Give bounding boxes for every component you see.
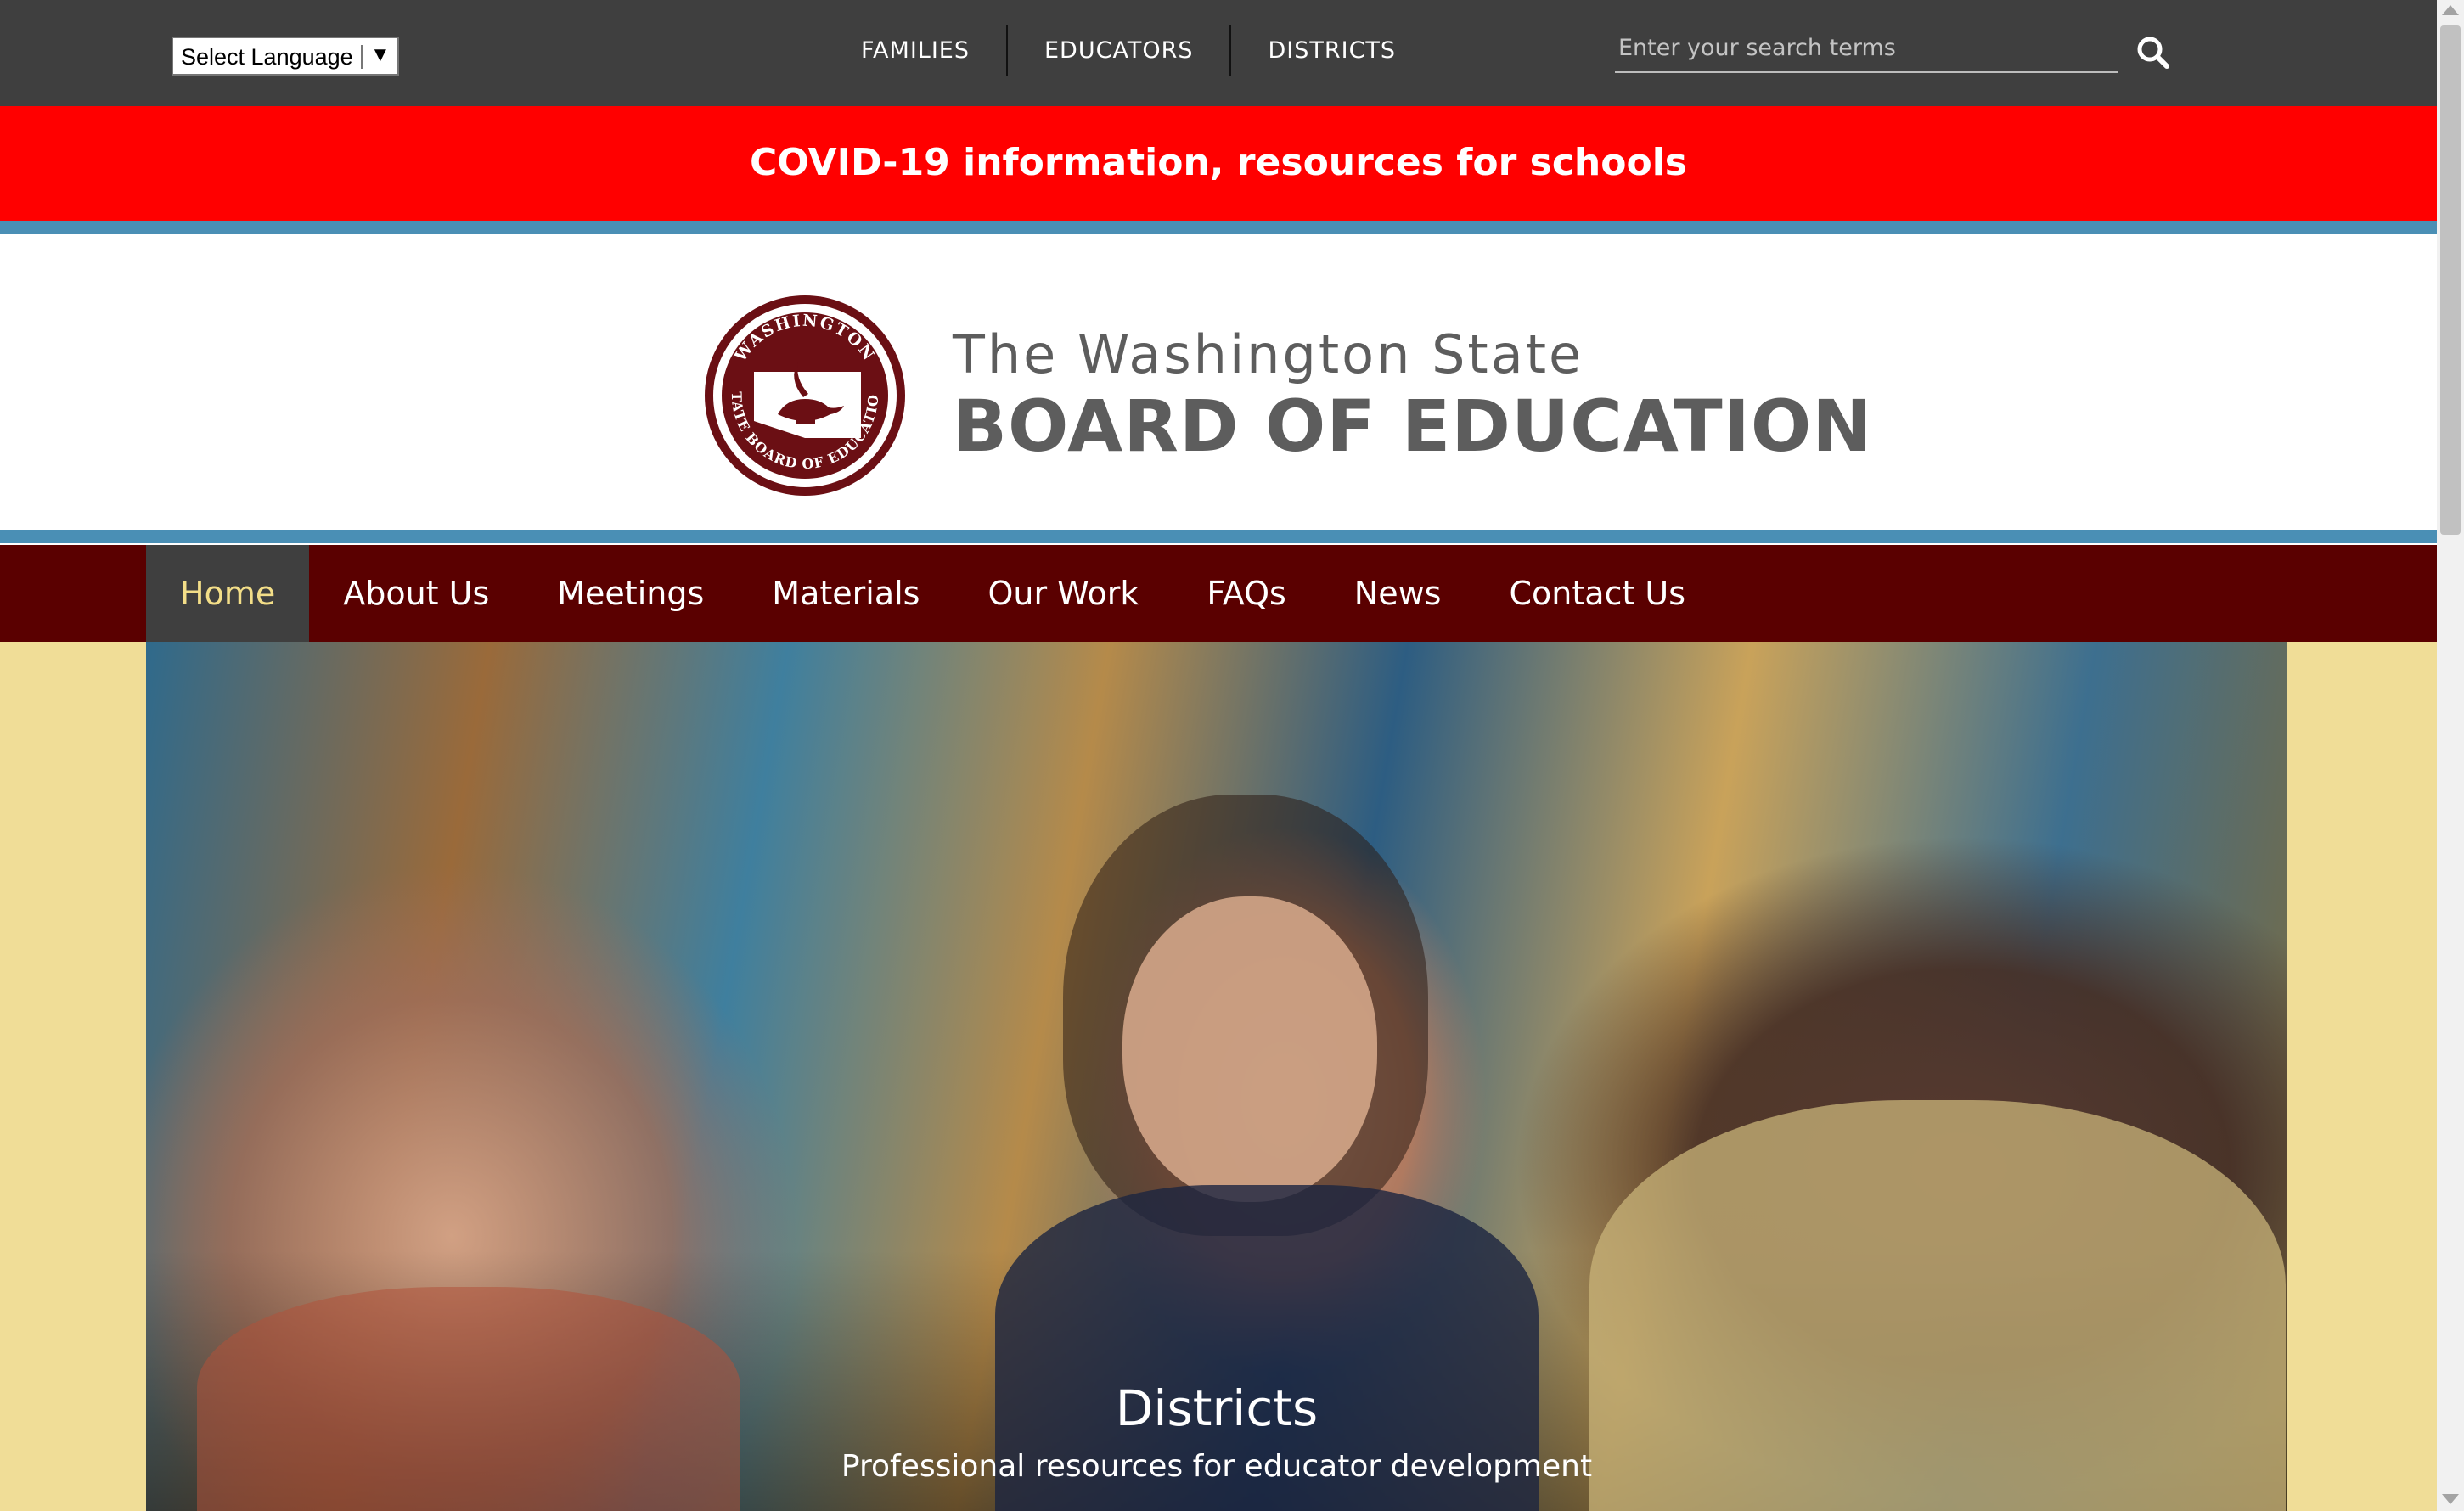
site-title[interactable]: The Washington State BOARD OF EDUCATION [953, 323, 1873, 468]
utility-bar: Select Language ▼ FAMILIES EDUCATORS DIS… [0, 0, 2437, 106]
scrollbar-thumb[interactable] [2440, 25, 2461, 535]
language-select[interactable]: Select Language ▼ [172, 37, 399, 76]
scroll-down-arrow-icon[interactable] [2442, 1494, 2459, 1504]
alert-banner: COVID-19 information, resources for scho… [0, 106, 2437, 221]
nav-item-contact-us[interactable]: Contact Us [1475, 545, 1719, 642]
site-title-line2: BOARD OF EDUCATION [953, 385, 1873, 468]
site-title-line1: The Washington State [953, 323, 1584, 385]
hero-title: Districts [1115, 1379, 1319, 1437]
main-nav: Home About Us Meetings Materials Our Wor… [0, 545, 2437, 642]
hero-slide[interactable]: Districts Professional resources for edu… [146, 642, 2287, 1511]
search-icon [2137, 37, 2169, 69]
search-button[interactable] [2135, 34, 2172, 71]
divider-stripe [0, 530, 2437, 543]
audience-link-districts[interactable]: DISTRICTS [1231, 24, 1432, 78]
covid-alert-link[interactable]: COVID-19 information, resources for scho… [750, 141, 1687, 184]
dropdown-arrow-icon: ▼ [370, 43, 391, 66]
hero-subtitle: Professional resources for educator deve… [841, 1449, 1593, 1484]
audience-link-families[interactable]: FAMILIES [841, 24, 1006, 78]
board-seal-logo[interactable]: WASHINGTON STATE BOARD OF EDUCATION [703, 294, 907, 497]
nav-item-home[interactable]: Home [146, 545, 310, 642]
nav-item-meetings[interactable]: Meetings [523, 545, 738, 642]
site-header: WASHINGTON STATE BOARD OF EDUCATION The … [0, 234, 2437, 530]
page: Select Language ▼ FAMILIES EDUCATORS DIS… [0, 0, 2437, 1511]
scroll-up-arrow-icon[interactable] [2442, 5, 2459, 15]
nav-item-materials[interactable]: Materials [738, 545, 954, 642]
nav-item-news[interactable]: News [1320, 545, 1476, 642]
nav-item-our-work[interactable]: Our Work [954, 545, 1173, 642]
language-select-label: Select Language [181, 44, 353, 70]
nav-item-about-us[interactable]: About Us [309, 545, 523, 642]
search-input[interactable] [1615, 24, 2118, 73]
hero-photo-detail [1122, 896, 1377, 1202]
audience-link-educators[interactable]: EDUCATORS [1008, 24, 1229, 78]
language-select-divider [361, 45, 363, 69]
nav-item-faqs[interactable]: FAQs [1173, 545, 1319, 642]
audience-nav: FAMILIES EDUCATORS DISTRICTS [841, 24, 1432, 78]
divider-stripe [0, 221, 2437, 234]
